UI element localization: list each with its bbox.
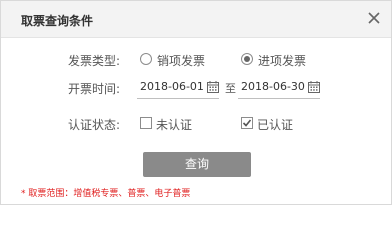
issue-date-label: 开票时间: (68, 82, 121, 96)
checkbox-verified-label[interactable]: 已认证 (257, 116, 293, 133)
close-icon[interactable] (366, 10, 382, 26)
checkbox-verified[interactable] (241, 117, 253, 129)
radio-input-invoice[interactable] (241, 53, 253, 65)
invoice-type-label: 发票类型: (68, 54, 121, 68)
start-date-value: 2018-06-01 (140, 80, 204, 93)
radio-output-invoice-label[interactable]: 销项发票 (157, 52, 205, 69)
fetch-scope-note: * 取票范围：增值税专票、普票、电子普票 (21, 189, 191, 199)
date-range-separator: 至 (225, 82, 236, 95)
calendar-icon[interactable] (308, 81, 320, 93)
radio-input-invoice-label[interactable]: 进项发票 (258, 52, 306, 69)
checkbox-unverified-label[interactable]: 未认证 (156, 116, 192, 133)
end-date-field[interactable]: 2018-06-30 (238, 78, 320, 99)
radio-output-invoice[interactable] (140, 53, 152, 65)
query-button[interactable]: 查询 (143, 152, 251, 177)
start-date-field[interactable]: 2018-06-01 (137, 78, 219, 99)
dialog-title: 取票查询条件 (21, 14, 94, 28)
checkmark-icon (242, 119, 252, 127)
checkbox-unverified[interactable] (140, 117, 152, 129)
end-date-value: 2018-06-30 (241, 80, 305, 93)
auth-status-label: 认证状态: (68, 118, 121, 132)
query-conditions-dialog: 取票查询条件 发票类型: 销项发票 进项发票 开票时间: 2018-06-01 … (0, 0, 392, 205)
dialog-header: 取票查询条件 (1, 1, 391, 38)
calendar-icon[interactable] (207, 81, 219, 93)
